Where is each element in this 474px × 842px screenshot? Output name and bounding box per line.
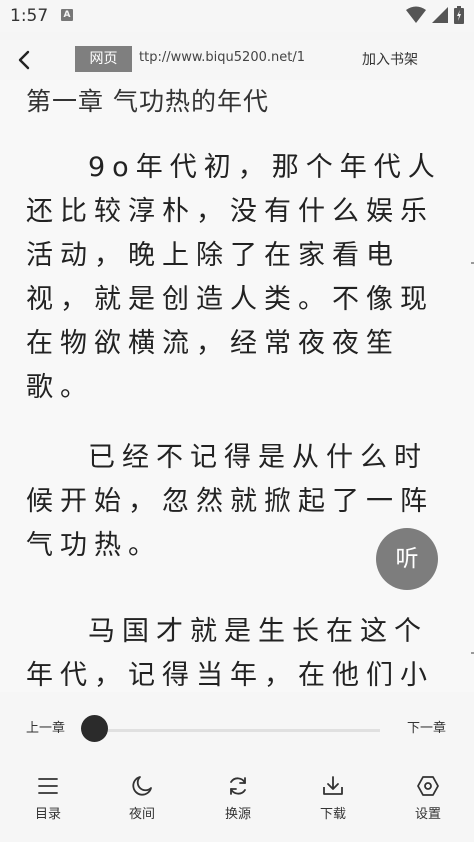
listen-button[interactable]: 听 xyxy=(376,528,438,590)
refresh-icon xyxy=(230,777,246,795)
signal-icon xyxy=(431,7,448,23)
add-to-shelf-button[interactable]: 加入书架 xyxy=(362,49,418,69)
paragraph-text: 9o年代初，那个年代人还比较淳朴，没有什么娱乐活动，晚上除了在家看电视，就是创造… xyxy=(26,152,442,403)
nav-label: 换源 xyxy=(224,807,251,822)
status-icons xyxy=(405,6,464,26)
nav-label: 下载 xyxy=(319,807,346,822)
prev-chapter-button[interactable]: 上一章 xyxy=(26,717,65,736)
paragraph-text: 已经不记得是从什么时候开始，忽然就掀起了一阵气功热。 xyxy=(26,442,434,561)
nav-item-download[interactable]: 下载 xyxy=(303,774,363,824)
web-source-chip[interactable]: 网页 xyxy=(75,46,132,72)
chapter-title: 第一章 气功热的年代 xyxy=(26,87,269,116)
nav-item-settings[interactable]: 设置 xyxy=(398,774,458,824)
top-bar: 网页 ttp://www.biqu5200.net/1 加入书架 xyxy=(0,40,474,80)
moon-icon xyxy=(132,776,152,796)
settings-hexagon-icon xyxy=(417,776,439,796)
nav-item-change-source[interactable]: 换源 xyxy=(208,774,268,824)
next-chapter-button[interactable]: 下一章 xyxy=(407,717,446,736)
reader-content[interactable]: 第一章 气功热的年代 9o年代初，那个年代人还比较淳朴，没有什么娱乐活动，晚上除… xyxy=(0,80,474,692)
wifi-icon xyxy=(405,6,426,23)
back-button[interactable] xyxy=(14,48,36,72)
menu-icon xyxy=(38,778,58,794)
download-icon xyxy=(323,776,343,795)
nav-item-night[interactable]: 夜间 xyxy=(112,774,172,824)
battery-icon xyxy=(454,6,464,24)
paragraph-3: 马国才就是生长在这个年代，记得当年，在他们小镇上 xyxy=(26,610,452,692)
chapter-progress-thumb[interactable] xyxy=(80,715,108,742)
chapter-progress-track[interactable] xyxy=(94,729,380,732)
notification-icon: A xyxy=(61,9,73,21)
nav-label: 夜间 xyxy=(128,807,155,822)
status-time: 1:57 xyxy=(10,6,49,26)
status-bar: 1:57 A xyxy=(0,0,474,32)
paragraph-text: 马国才就是生长在这个年代，记得当年，在他们小镇上 xyxy=(26,616,434,691)
paragraph-1: 9o年代初，那个年代人还比较淳朴，没有什么娱乐活动，晚上除了在家看电视，就是创造… xyxy=(26,146,452,410)
bottom-panel: 上一章 下一章 目录 夜间 换源 下载 设置 xyxy=(0,692,474,842)
nav-label: 目录 xyxy=(34,807,61,822)
nav-label: 设置 xyxy=(414,807,441,822)
source-url[interactable]: ttp://www.biqu5200.net/1 xyxy=(139,50,305,65)
chevron-left-icon xyxy=(18,50,30,70)
nav-item-catalog[interactable]: 目录 xyxy=(18,774,78,824)
